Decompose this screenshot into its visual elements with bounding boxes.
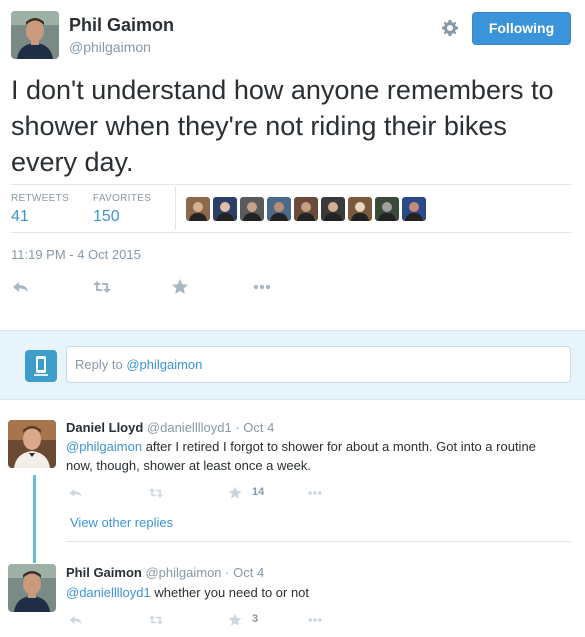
favorite-count: 3 — [252, 613, 259, 625]
reply-date[interactable]: Oct 4 — [233, 565, 264, 580]
divider — [11, 232, 571, 233]
reply-body: whether you need to or not — [150, 585, 310, 600]
retweets-count[interactable]: 41 — [11, 208, 69, 226]
reply-text: @philgaimon after I retired I forgot to … — [66, 437, 566, 475]
divider — [66, 541, 571, 542]
reply-author-name[interactable]: Daniel Lloyd — [66, 420, 143, 435]
reply-tweet[interactable]: Phil Gaimon @philgaimon · Oct 4 @daniell… — [0, 564, 585, 637]
reply-avatar[interactable] — [8, 420, 56, 468]
view-other-replies-link[interactable]: View other replies — [70, 515, 173, 530]
reply-icon[interactable] — [68, 485, 84, 501]
favorite-icon[interactable] — [170, 277, 190, 297]
favoriter-avatar[interactable] — [213, 197, 237, 221]
favorites-stat[interactable]: FAVORITES 150 — [93, 193, 151, 226]
following-button[interactable]: Following — [472, 12, 571, 45]
reply-input[interactable]: Reply to @philgaimon — [66, 346, 571, 383]
favoriter-avatar[interactable] — [294, 197, 318, 221]
reply-icon[interactable] — [11, 277, 31, 297]
divider — [175, 186, 176, 230]
author-avatar[interactable] — [11, 11, 59, 59]
retweet-icon[interactable] — [148, 612, 164, 628]
favoriter-avatar[interactable] — [186, 197, 210, 221]
reply-text: @danielllloyd1 whether you need to or no… — [66, 583, 566, 602]
reply-author-name[interactable]: Phil Gaimon — [66, 565, 142, 580]
reply-avatar[interactable] — [8, 564, 56, 612]
reply-author-handle[interactable]: @philgaimon — [145, 565, 221, 580]
favoriter-avatar[interactable] — [267, 197, 291, 221]
favoriter-avatar[interactable] — [321, 197, 345, 221]
more-icon[interactable] — [252, 277, 272, 297]
favorite-icon[interactable] — [227, 612, 243, 628]
main-tweet: Phil Gaimon @philgaimon Following I don'… — [0, 0, 585, 330]
reply-mention[interactable]: @philgaimon — [66, 439, 142, 454]
favorites-label: FAVORITES — [93, 193, 152, 204]
favoriter-avatar[interactable] — [348, 197, 372, 221]
reply-mention[interactable]: @danielllloyd1 — [66, 585, 151, 600]
tweet-text: I don't understand how anyone remembers … — [11, 75, 554, 177]
favorite-icon[interactable] — [227, 485, 243, 501]
reply-handle: @philgaimon — [126, 357, 203, 372]
reply-icon[interactable] — [68, 612, 84, 628]
gear-icon[interactable] — [440, 18, 460, 38]
more-icon[interactable] — [307, 485, 323, 501]
reply-date[interactable]: Oct 4 — [243, 420, 274, 435]
more-icon[interactable] — [307, 612, 323, 628]
author-handle[interactable]: @philgaimon — [69, 39, 151, 55]
favoriter-avatar[interactable] — [402, 197, 426, 221]
author-name[interactable]: Phil Gaimon — [69, 15, 174, 36]
divider — [11, 184, 571, 185]
twitter-app-logo — [25, 350, 57, 382]
favorite-count: 14 — [252, 486, 265, 498]
favoriters-list — [186, 197, 426, 221]
retweet-icon[interactable] — [148, 485, 164, 501]
retweet-icon[interactable] — [92, 277, 112, 297]
favoriter-avatar[interactable] — [375, 197, 399, 221]
reply-author[interactable]: Phil Gaimon @philgaimon · Oct 4 — [66, 565, 264, 580]
retweets-label: RETWEETS — [11, 193, 69, 204]
reply-prefix: Reply to — [75, 357, 127, 372]
retweets-stat[interactable]: RETWEETS 41 — [11, 193, 69, 226]
reply-composer-bar: Reply to @philgaimon — [0, 330, 585, 400]
favorites-count[interactable]: 150 — [93, 208, 151, 226]
reply-author[interactable]: Daniel Lloyd @danielllloyd1 · Oct 4 — [66, 420, 274, 435]
thread-line — [33, 475, 36, 563]
favoriter-avatar[interactable] — [240, 197, 264, 221]
tweet-timestamp[interactable]: 11:19 PM - 4 Oct 2015 — [11, 247, 141, 262]
reply-author-handle[interactable]: @danielllloyd1 — [147, 420, 232, 435]
